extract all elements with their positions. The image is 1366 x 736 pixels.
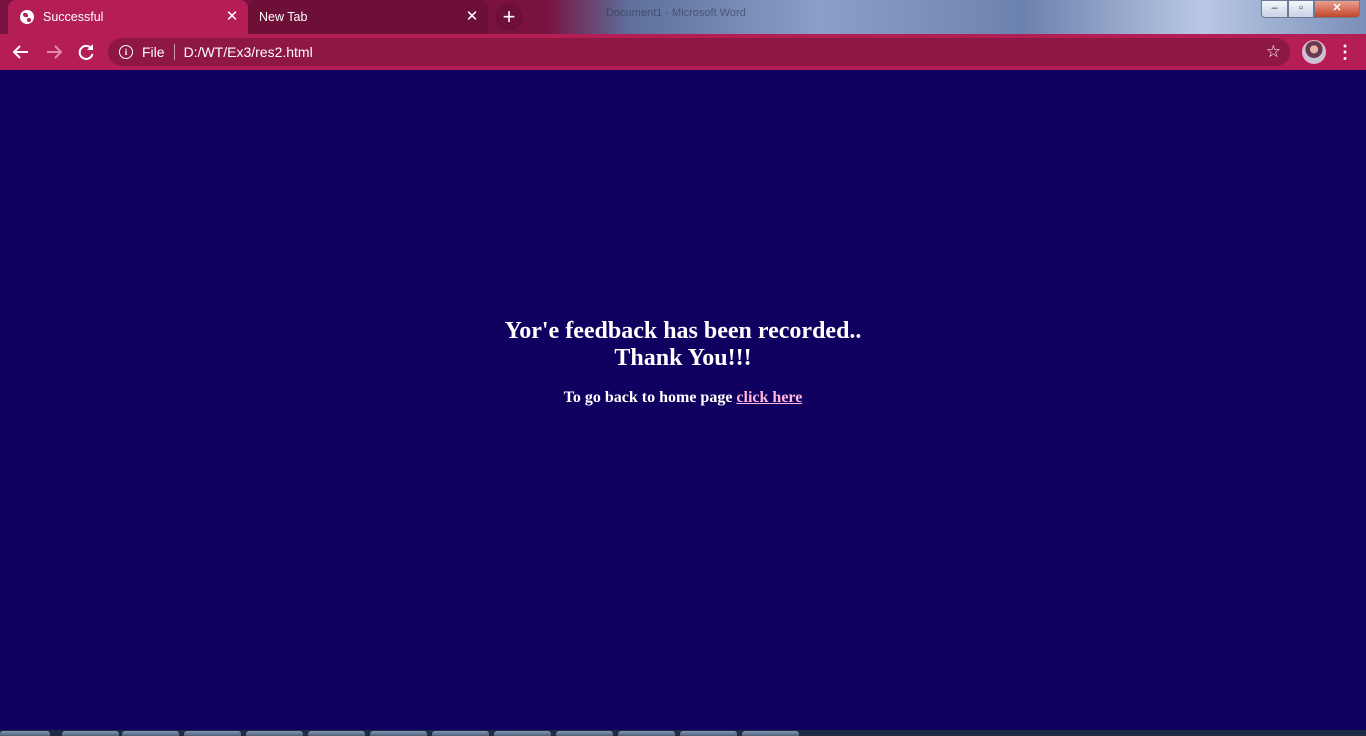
taskbar [0, 730, 1366, 736]
taskbar-item[interactable] [742, 731, 799, 736]
taskbar-item[interactable] [122, 731, 179, 736]
info-icon[interactable]: i [119, 45, 133, 59]
omnibox-divider [173, 44, 175, 60]
taskbar-item[interactable] [618, 731, 675, 736]
tab-strip: Document1 - Microsoft Word Successful ✕ … [0, 0, 1366, 34]
close-window-button[interactable]: ✕ [1314, 0, 1360, 18]
bookmark-star-icon[interactable]: ☆ [1266, 42, 1281, 62]
heading-line-2: Thank You!!! [614, 345, 752, 371]
heading-line-1: Yor'e feedback has been recorded.. [504, 318, 862, 344]
browser-toolbar: i File D:/WT/Ex3/res2.html ☆ ⋮ [0, 34, 1366, 70]
taskbar-item[interactable] [370, 731, 427, 736]
minimize-button[interactable]: – [1261, 0, 1288, 18]
reload-icon[interactable] [73, 39, 99, 65]
maximize-button[interactable]: ▫ [1288, 0, 1314, 18]
back-arrow-icon[interactable] [8, 39, 34, 65]
menu-dots-icon[interactable]: ⋮ [1336, 39, 1354, 65]
confirmation-heading: Yor'e feedback has been recorded.. Thank… [0, 318, 1366, 372]
tab-title: Successful [43, 10, 104, 24]
tab-title: New Tab [259, 10, 308, 24]
back-home-line: To go back to home page click here [0, 389, 1366, 407]
taskbar-item[interactable] [494, 731, 551, 736]
tab-new-tab[interactable]: New Tab ✕ [248, 0, 488, 34]
home-page-link[interactable]: click here [736, 389, 802, 406]
url-text[interactable]: D:/WT/Ex3/res2.html [184, 44, 313, 60]
taskbar-item[interactable] [556, 731, 613, 736]
profile-avatar[interactable] [1302, 40, 1326, 64]
taskbar-item[interactable] [308, 731, 365, 736]
taskbar-item[interactable] [184, 731, 241, 736]
close-tab-icon[interactable]: ✕ [224, 9, 240, 25]
taskbar-item[interactable] [62, 731, 119, 736]
globe-icon [20, 10, 34, 24]
feedback-message: Yor'e feedback has been recorded.. Thank… [0, 318, 1366, 407]
new-tab-button[interactable]: + [495, 3, 523, 31]
back-home-text: To go back to home page [563, 389, 733, 406]
tab-successful[interactable]: Successful ✕ [8, 0, 248, 34]
background-window-title: Document1 - Microsoft Word [606, 7, 746, 19]
taskbar-item[interactable] [680, 731, 737, 736]
page-viewport: Yor'e feedback has been recorded.. Thank… [0, 70, 1366, 730]
forward-arrow-icon[interactable] [41, 39, 67, 65]
close-tab-icon[interactable]: ✕ [464, 9, 480, 25]
start-button[interactable] [0, 731, 50, 736]
address-bar[interactable]: i File D:/WT/Ex3/res2.html ☆ [108, 38, 1290, 66]
taskbar-item[interactable] [246, 731, 303, 736]
scheme-label: File [142, 44, 165, 60]
taskbar-item[interactable] [432, 731, 489, 736]
